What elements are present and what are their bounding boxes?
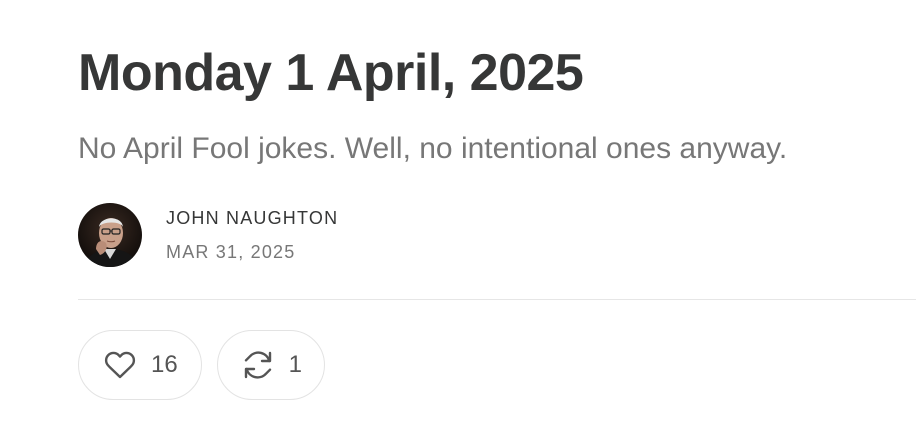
author-avatar[interactable] [78,203,142,267]
author-photo-icon [78,203,142,267]
post-header: Monday 1 April, 2025 No April Fool jokes… [0,0,916,422]
post-title: Monday 1 April, 2025 [78,44,584,102]
post-date: MAR 31, 2025 [166,242,296,262]
byline-meta: JOHN NAUGHTON MAR 31, 2025 [166,208,338,262]
like-button[interactable]: 16 [78,330,202,400]
post-subtitle: No April Fool jokes. Well, no intentiona… [78,132,788,165]
restack-count: 1 [288,351,302,378]
post-actions: 16 1 [78,330,325,400]
heart-icon [103,348,137,382]
restack-button[interactable]: 1 [217,330,325,400]
restack-icon [242,348,275,382]
divider [78,299,916,300]
author-name-link[interactable]: JOHN NAUGHTON [166,208,338,228]
like-count: 16 [151,351,178,378]
byline: JOHN NAUGHTON MAR 31, 2025 [78,202,338,268]
